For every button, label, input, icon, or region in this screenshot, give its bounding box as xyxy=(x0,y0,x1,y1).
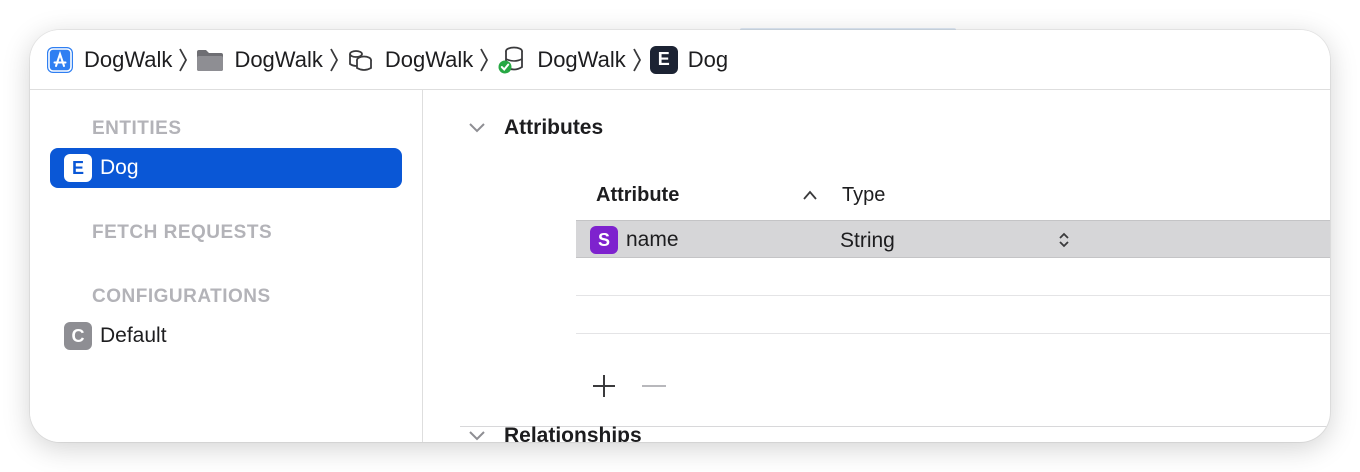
entity-editor: Attributes Attribute Type S name String xyxy=(424,90,1330,442)
chevron-right-icon xyxy=(178,47,188,73)
breadcrumb-item-model-version[interactable]: DogWalk xyxy=(497,30,626,90)
sidebar-item-label: Default xyxy=(100,324,167,347)
string-attribute-icon: S xyxy=(590,226,618,254)
table-header: Attribute Type xyxy=(576,170,1330,220)
attributes-table: Attribute Type S name String xyxy=(576,170,1330,334)
breadcrumb: DogWalk DogWalk DogWalk DogWalk E Dog xyxy=(30,30,1330,90)
breadcrumb-item-model-group[interactable]: DogWalk xyxy=(347,30,473,90)
attributes-section-header[interactable]: Attributes xyxy=(468,116,603,140)
add-attribute-button[interactable] xyxy=(590,372,618,400)
sidebar-item-default[interactable]: C Default xyxy=(50,316,402,356)
breadcrumb-item-entity[interactable]: E Dog xyxy=(649,30,729,90)
sidebar-item-dog[interactable]: E Dog xyxy=(50,148,402,188)
data-model-group-icon xyxy=(347,46,375,74)
chevron-down-icon[interactable] xyxy=(468,122,486,134)
breadcrumb-item-folder[interactable]: DogWalk xyxy=(196,30,323,90)
entity-icon: E xyxy=(649,45,678,74)
chevron-down-icon[interactable] xyxy=(468,430,486,442)
breadcrumb-label: DogWalk xyxy=(537,46,626,72)
configurations-heading: CONFIGURATIONS xyxy=(92,286,271,307)
entities-heading: ENTITIES xyxy=(92,118,182,139)
column-header-attribute[interactable]: Attribute xyxy=(596,184,679,207)
app-store-icon xyxy=(46,46,74,74)
fetch-requests-heading: FETCH REQUESTS xyxy=(92,222,273,243)
section-title: Attributes xyxy=(504,116,604,139)
table-row[interactable]: S name String xyxy=(576,220,1330,258)
breadcrumb-label: Dog xyxy=(687,46,729,72)
breadcrumb-item-project[interactable]: DogWalk xyxy=(46,30,172,90)
breadcrumb-label: DogWalk xyxy=(234,46,323,72)
data-model-editor-window: DogWalk DogWalk DogWalk DogWalk E Dog EN… xyxy=(30,30,1330,442)
entity-icon: E xyxy=(64,154,92,182)
data-model-version-icon xyxy=(497,45,527,75)
sidebar-item-label: Dog xyxy=(100,156,139,179)
configuration-icon: C xyxy=(64,322,92,350)
breadcrumb-label: DogWalk xyxy=(84,46,173,72)
table-row xyxy=(576,296,1330,334)
remove-attribute-button[interactable] xyxy=(640,372,668,400)
column-header-type[interactable]: Type xyxy=(842,184,885,207)
folder-icon xyxy=(196,48,224,72)
type-popup-chevrons-icon[interactable] xyxy=(1058,231,1070,254)
attribute-name: name xyxy=(626,228,679,251)
table-row xyxy=(576,258,1330,296)
section-title: Relationships xyxy=(504,424,642,442)
chevron-right-icon xyxy=(632,47,642,73)
relationships-section-header[interactable]: Relationships xyxy=(468,424,642,442)
breadcrumb-label: DogWalk xyxy=(384,46,474,72)
chevron-right-icon xyxy=(329,47,339,73)
entity-sidebar: ENTITIES E Dog FETCH REQUESTS CONFIGURAT… xyxy=(30,90,423,442)
chevron-right-icon xyxy=(479,47,489,73)
sort-ascending-icon[interactable] xyxy=(802,188,818,206)
attribute-name-cell[interactable]: S name xyxy=(590,226,679,254)
table-toolbar xyxy=(590,372,668,400)
attribute-type[interactable]: String xyxy=(840,229,895,253)
